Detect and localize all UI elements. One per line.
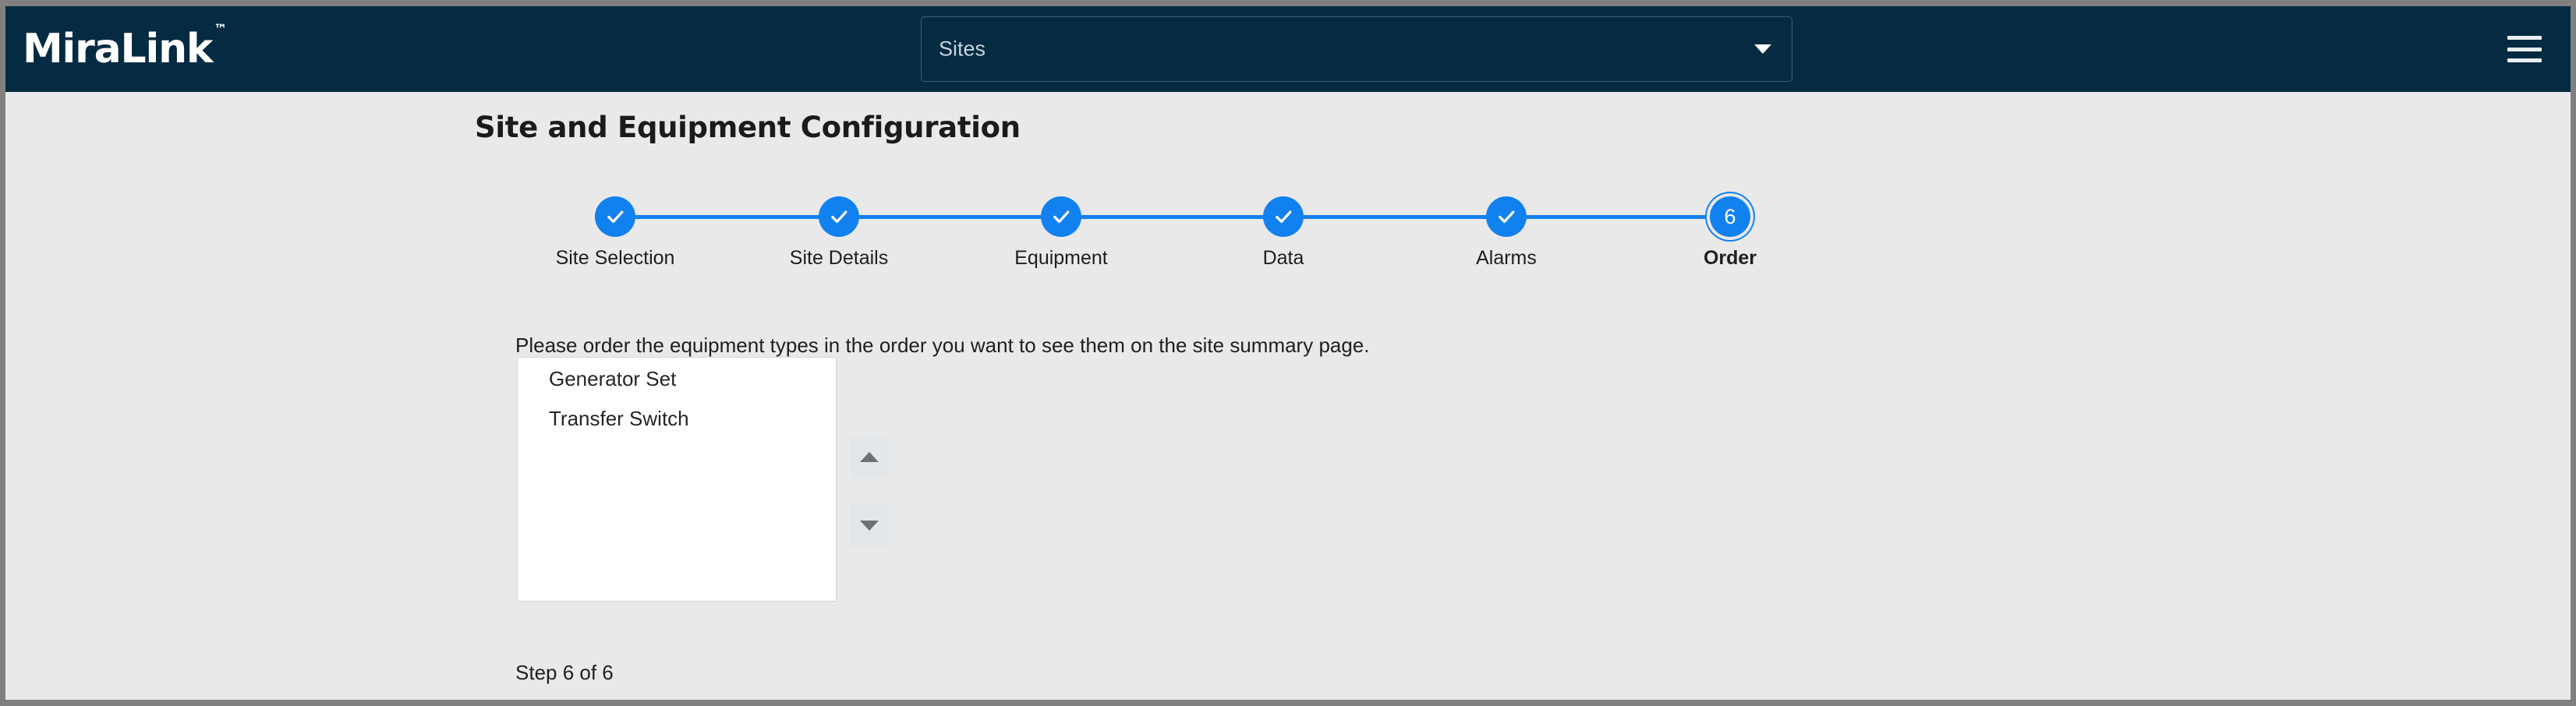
site-selector-dropdown[interactable]: Sites xyxy=(921,16,1792,82)
stepper-step-label: Site Details xyxy=(789,247,889,269)
stepper-step-site-selection[interactable]: Site Selection xyxy=(522,187,709,270)
wizard-stepper: Site Selection Site Details Equipment Da… xyxy=(514,187,1761,269)
stepper-step-label: Equipment xyxy=(1014,247,1108,269)
check-icon xyxy=(1053,210,1070,224)
check-icon xyxy=(1276,210,1292,224)
stepper-step-label: Alarms xyxy=(1476,247,1537,269)
triangle-up-icon xyxy=(860,451,879,462)
step-circle-5 xyxy=(1486,196,1527,237)
trademark-symbol: ™ xyxy=(214,22,228,37)
triangle-down-icon xyxy=(860,520,879,531)
page-viewport: MiraLink ™ Sites Site and Equipment Conf… xyxy=(5,6,2571,700)
step-circle-1 xyxy=(595,196,635,237)
stepper-step-alarms[interactable]: Alarms xyxy=(1413,187,1600,270)
stepper-step-data[interactable]: Data xyxy=(1190,187,1377,270)
brand-name: MiraLink xyxy=(23,26,213,72)
check-icon xyxy=(831,210,847,224)
brand-logo[interactable]: MiraLink ™ xyxy=(23,19,227,79)
page-content: Site and Equipment Configuration Site Se… xyxy=(5,92,2571,700)
site-selector-value: Sites xyxy=(939,37,986,61)
top-navigation-bar: MiraLink ™ Sites xyxy=(5,6,2571,92)
browser-window-frame: MiraLink ™ Sites Site and Equipment Conf… xyxy=(0,0,2576,706)
step-circle-3 xyxy=(1041,196,1081,237)
stepper-step-site-details[interactable]: Site Details xyxy=(745,187,932,270)
move-down-button[interactable] xyxy=(850,503,889,547)
equipment-order-list[interactable]: Generator Set Transfer Switch xyxy=(517,357,837,602)
list-item[interactable]: Transfer Switch xyxy=(518,399,836,439)
hamburger-bar-3 xyxy=(2507,58,2542,62)
stepper-step-equipment[interactable]: Equipment xyxy=(968,187,1155,270)
step-circle-2 xyxy=(819,196,859,237)
instruction-text: Please order the equipment types in the … xyxy=(515,334,1370,357)
page-title: Site and Equipment Configuration xyxy=(475,111,1021,144)
stepper-step-order[interactable]: 6 Order xyxy=(1637,187,1824,270)
check-icon xyxy=(607,210,624,224)
stepper-step-label: Site Selection xyxy=(555,247,675,269)
list-item[interactable]: Generator Set xyxy=(518,358,836,399)
stepper-step-label: Order xyxy=(1703,247,1757,269)
step-number: 6 xyxy=(1724,204,1736,228)
hamburger-menu-icon[interactable] xyxy=(2507,36,2542,62)
stepper-step-label: Data xyxy=(1262,247,1304,269)
chevron-down-icon xyxy=(1754,44,1771,54)
move-up-button[interactable] xyxy=(850,435,889,478)
hamburger-bar-2 xyxy=(2507,47,2542,51)
step-counter: Step 6 of 6 xyxy=(515,661,614,684)
step-circle-6: 6 xyxy=(1710,196,1750,237)
hamburger-bar-1 xyxy=(2507,36,2542,40)
step-circle-4 xyxy=(1263,196,1304,237)
check-icon xyxy=(1499,210,1515,224)
